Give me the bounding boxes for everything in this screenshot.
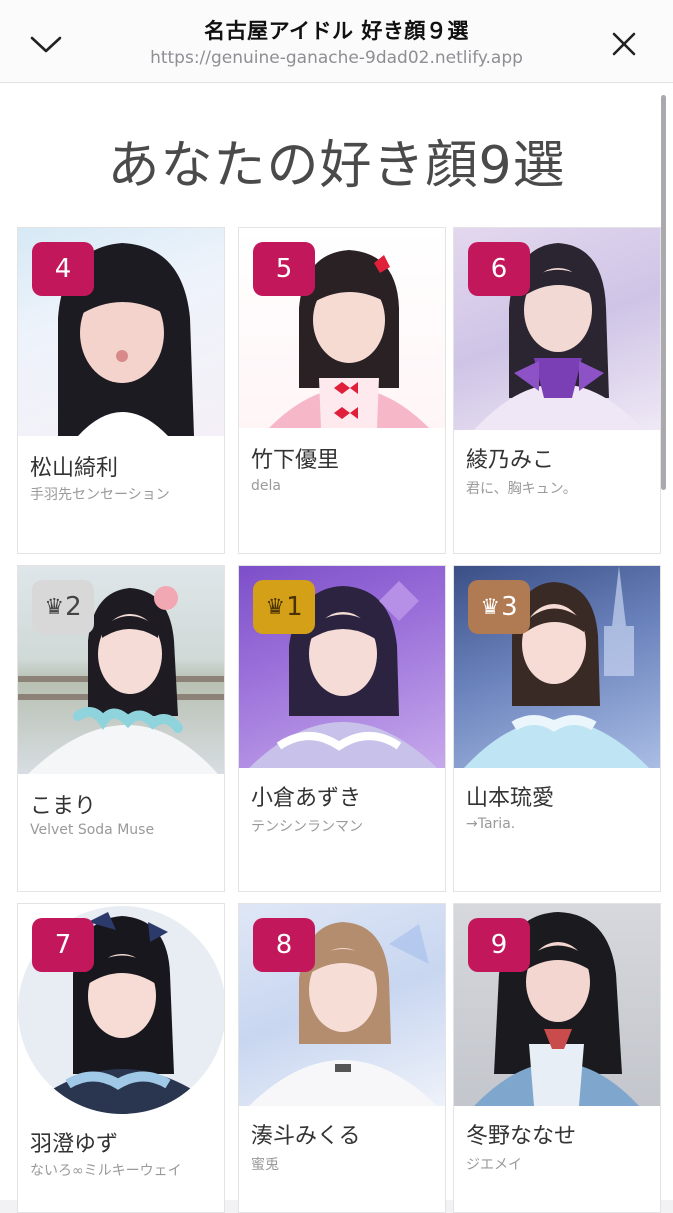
idol-card-rank-3[interactable]: ♛ 3 山本琉愛 →Taria. [453,565,661,892]
idol-group: →Taria. [466,816,516,832]
idol-name: 冬野ななせ [466,1124,577,1149]
idol-card-rank-6[interactable]: 6 綾乃みこ 君に、胸キュン。 [453,227,661,554]
idol-group: 手羽先センセーション [30,487,170,503]
idol-name: こまり [30,794,97,819]
idol-group: Velvet Soda Muse [30,822,155,838]
rank-badge: 4 [32,242,94,296]
idol-name: 羽澄ゆず [30,1132,119,1157]
rank-badge: 5 [253,242,315,296]
idol-card-rank-5[interactable]: 5 竹下優里 dela [238,227,446,554]
idol-group: ないろ∞ミルキーウェイ [30,1163,182,1179]
idol-card-rank-2[interactable]: ♛ 2 こまり Velvet Soda Muse [17,565,225,892]
rank-badge: 9 [468,918,530,972]
idol-name: 綾乃みこ [466,448,555,473]
idol-card-rank-9[interactable]: 9 冬野ななせ ジエメイ [453,903,661,1213]
close-icon[interactable] [606,26,642,62]
idol-card-rank-8[interactable]: 8 湊斗みくる 蜜兎 [238,903,446,1213]
rank-badge: ♛ 2 [32,580,94,634]
idol-name: 湊斗みくる [251,1124,361,1149]
idol-group: 蜜兎 [251,1157,279,1173]
crown-icon: ♛ [44,594,65,620]
rank-badge: 8 [253,918,315,972]
idol-group: テンシンランマン [251,819,363,835]
page-title: 名古屋アイドル 好き顔９選 [204,19,469,43]
crown-icon: ♛ [480,594,501,620]
idol-name: 松山綺利 [30,456,119,481]
idol-name: 竹下優里 [251,448,340,473]
rank-badge: 6 [468,242,530,296]
idol-group: 君に、胸キュン。 [466,481,577,497]
crown-icon: ♛ [265,594,286,620]
idol-group: dela [251,478,281,494]
idol-name: 小倉あずき [251,786,362,811]
rank-badge: ♛ 3 [468,580,530,634]
page-url: https://genuine-ganache-9dad02.netlify.a… [150,48,523,68]
browser-header: 名古屋アイドル 好き顔９選 https://genuine-ganache-9d… [0,0,673,83]
idol-card-rank-1[interactable]: ♛ 1 小倉あずき テンシンランマン [238,565,446,892]
idol-card-rank-4[interactable]: 4 松山綺利 手羽先センセーション [17,227,225,554]
rank-badge: ♛ 1 [253,580,315,634]
idol-card-rank-7[interactable]: 7 羽澄ゆず ないろ∞ミルキーウェイ [17,903,225,1213]
rank-badge: 7 [32,918,94,972]
page-heading: あなたの好き顔9選 [107,136,566,196]
idol-name: 山本琉愛 [466,786,555,811]
idol-group: ジエメイ [466,1157,522,1173]
